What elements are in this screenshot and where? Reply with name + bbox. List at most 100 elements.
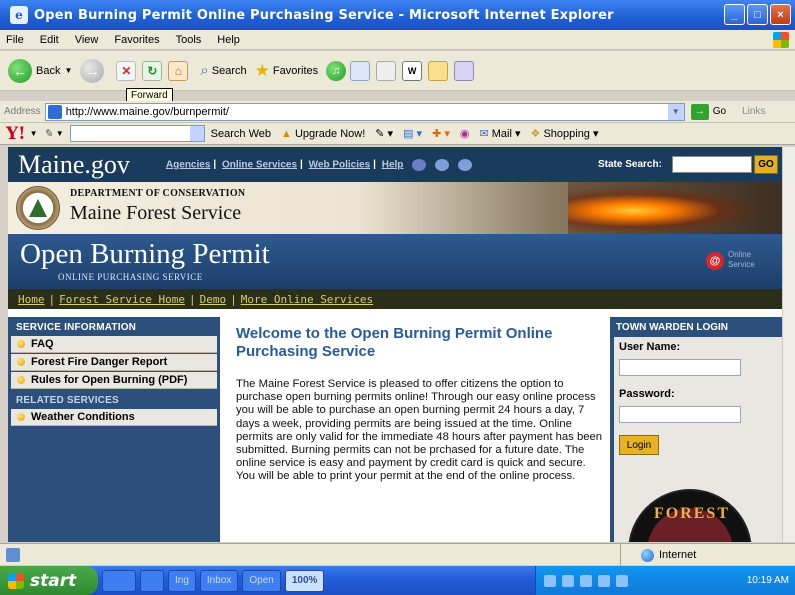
- news-icon[interactable]: ▤ ▾: [403, 127, 422, 140]
- sidebar-item-fire-danger-report[interactable]: Forest Fire Danger Report: [11, 354, 217, 371]
- maximize-button[interactable]: □: [747, 4, 768, 25]
- subnav-demo[interactable]: Demo: [200, 293, 227, 306]
- agency-name: Maine Forest Service: [70, 202, 242, 224]
- mail-link[interactable]: ✉ Mail ▾: [479, 127, 520, 140]
- media-icon[interactable]: ♫: [326, 60, 347, 81]
- username-label: User Name:: [619, 341, 681, 353]
- yahoo-logo[interactable]: Y!: [6, 124, 26, 144]
- username-input[interactable]: [619, 359, 741, 376]
- nav-help[interactable]: Help: [382, 159, 404, 170]
- internet-globe-icon: [641, 548, 654, 562]
- go-arrow-icon: →: [690, 103, 709, 120]
- service-subtitle: ONLINE PURCHASING SERVICE: [58, 272, 203, 282]
- taskbar-item-inbox[interactable]: Inbox: [199, 569, 239, 592]
- edit-word-icon[interactable]: W: [402, 60, 423, 81]
- discuss-icon[interactable]: [428, 60, 449, 81]
- service-banner: Open Burning Permit ONLINE PURCHASING SE…: [8, 234, 786, 289]
- shopping-link[interactable]: ❖ Shopping ▾: [531, 127, 599, 140]
- nav-web-policies[interactable]: Web Policies: [309, 159, 371, 170]
- go-label: Go: [712, 106, 727, 117]
- address-label: Address: [4, 106, 41, 117]
- vertical-scrollbar[interactable]: [782, 147, 795, 542]
- main-content: Welcome to the Open Burning Permit Onlin…: [236, 325, 606, 484]
- maine-gov-logo[interactable]: Maine.gov: [18, 150, 130, 180]
- search-web-button[interactable]: Search Web: [211, 128, 271, 140]
- sidebar-item-weather[interactable]: Weather Conditions: [11, 409, 217, 426]
- login-button[interactable]: Login: [619, 435, 659, 455]
- bullet-icon: [17, 340, 25, 348]
- sidebar-item-burning-rules[interactable]: Rules for Open Burning (PDF): [11, 372, 217, 389]
- menu-file[interactable]: File: [6, 34, 24, 46]
- address-bar: Address http://www.maine.gov/burnpermit/…: [0, 101, 795, 123]
- taskbar-zoom[interactable]: 100%: [284, 569, 325, 592]
- windows-flag-icon: [8, 572, 24, 589]
- taskbar-item-open[interactable]: Open: [242, 569, 281, 592]
- clock[interactable]: 10:19 AM: [747, 575, 789, 586]
- menu-edit[interactable]: Edit: [40, 34, 59, 46]
- favorites-label: Favorites: [272, 64, 319, 77]
- tray-update-icon[interactable]: [598, 574, 610, 587]
- rss-icon[interactable]: [434, 158, 449, 171]
- games-icon[interactable]: ✚ ▾: [432, 127, 450, 140]
- forward-button[interactable]: →: [80, 58, 108, 83]
- tray-security-icon[interactable]: [562, 574, 574, 587]
- global-nav: Agencies | Online Services | Web Policies |…: [166, 158, 472, 171]
- links-toolbar[interactable]: Links: [742, 106, 765, 117]
- sidebar-item-faq[interactable]: FAQ: [11, 336, 217, 353]
- music-icon[interactable]: ◉: [460, 127, 470, 140]
- search-button[interactable]: ⌕ Search: [200, 62, 246, 79]
- start-button[interactable]: start: [0, 566, 98, 595]
- quicklaunch-icon[interactable]: [102, 569, 136, 592]
- search-icon: ⌕: [200, 62, 209, 79]
- research-icon[interactable]: [454, 60, 475, 81]
- minimize-button[interactable]: _: [724, 4, 745, 25]
- menu-favorites[interactable]: Favorites: [114, 34, 159, 46]
- menu-view[interactable]: View: [75, 34, 99, 46]
- close-button[interactable]: ×: [770, 4, 791, 25]
- tray-messenger-icon[interactable]: [616, 574, 628, 587]
- stop-icon[interactable]: ✕: [116, 60, 137, 81]
- nav-online-services[interactable]: Online Services: [222, 159, 297, 170]
- back-button[interactable]: ← Back ▼: [8, 58, 72, 83]
- password-label: Password:: [619, 388, 675, 400]
- accessibility-icon[interactable]: [457, 158, 472, 171]
- nav-agencies[interactable]: Agencies: [166, 159, 210, 170]
- subnav-more-online-services[interactable]: More Online Services: [241, 293, 373, 306]
- yahoo-search-input[interactable]: [69, 125, 205, 142]
- go-button[interactable]: → Go: [690, 103, 727, 120]
- page-icon: [47, 104, 62, 119]
- esubscribe-icon[interactable]: [412, 158, 427, 171]
- state-search-input[interactable]: [672, 156, 752, 173]
- pencil-dropdown-icon[interactable]: ✎ ▾: [375, 127, 393, 140]
- window-titlebar: e Open Burning Permit Online Purchasing …: [0, 0, 795, 30]
- department-seal-icon: [16, 186, 60, 230]
- upgrade-now-button[interactable]: ▲ Upgrade Now!: [281, 128, 365, 140]
- menu-help[interactable]: Help: [217, 34, 240, 46]
- zone-label: Internet: [659, 549, 697, 561]
- address-url: http://www.maine.gov/burnpermit/: [65, 105, 229, 118]
- mail-icon[interactable]: [350, 60, 371, 81]
- warden-login-heading: TOWN WARDEN LOGIN: [616, 322, 729, 333]
- address-input[interactable]: http://www.maine.gov/burnpermit/ ▼: [44, 102, 685, 121]
- ie-quicklaunch-icon[interactable]: [140, 569, 164, 592]
- tray-network-icon[interactable]: [544, 574, 556, 587]
- menu-tools[interactable]: Tools: [176, 34, 202, 46]
- subnav-home[interactable]: Home: [18, 293, 45, 306]
- windows-taskbar: start Ing Inbox Open 100% 10:19 AM: [0, 566, 795, 595]
- password-input[interactable]: [619, 406, 741, 423]
- favorites-button[interactable]: ★ Favorites: [255, 61, 319, 81]
- badge-label: FOREST: [653, 505, 730, 522]
- taskbar-item-ing[interactable]: Ing: [168, 569, 196, 592]
- state-search-label: State Search:: [598, 159, 662, 170]
- subnav-forest-service-home[interactable]: Forest Service Home: [59, 293, 185, 306]
- state-search-go-button[interactable]: GO: [754, 155, 778, 174]
- pencil-icon[interactable]: ✎: [44, 127, 53, 140]
- search-label: Search: [211, 64, 247, 77]
- home-icon[interactable]: ⌂: [168, 60, 189, 81]
- service-info-heading: SERVICE INFORMATION: [16, 322, 137, 333]
- refresh-icon[interactable]: ↻: [142, 60, 163, 81]
- print-icon[interactable]: [376, 60, 397, 81]
- address-dropdown-icon[interactable]: ▼: [667, 103, 684, 120]
- tray-volume-icon[interactable]: [580, 574, 592, 587]
- back-arrow-icon: ←: [8, 58, 32, 83]
